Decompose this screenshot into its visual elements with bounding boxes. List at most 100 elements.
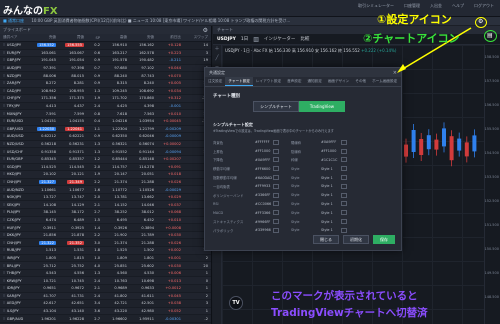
bid-cell[interactable]: 21.856 [30,233,58,237]
bid-price[interactable]: 14.108 [43,203,56,207]
column-header[interactable]: 通貨ペア [0,35,30,40]
ask-price[interactable]: 0.9672 [71,286,84,290]
pair-name[interactable]: AUD/NZD [0,188,30,192]
pair-name[interactable]: ILS/JPY [0,309,30,313]
tradingview-button[interactable]: TradingView [299,101,345,112]
ask-cell[interactable]: 163.067 [58,51,86,55]
color-swatch[interactable] [341,183,347,189]
ask-price[interactable]: 191.054 [69,58,84,62]
table-row[interactable]: GBP/AUD 1.96201 1.96228 2.7 1.96602 1.95911 -0… [0,315,211,323]
table-row[interactable]: NOK/JPY 13.727 13.747 2.0 13.781 13.662 +0.029… [0,194,211,202]
ask-cell[interactable]: 1.531 [58,248,86,252]
table-row[interactable]: EUR/GBP 0.85345 0.85357 1.2 0.85444 0.85148 +0… [0,155,211,164]
top-link[interactable]: 取引シミュレーター [358,3,394,9]
bid-price[interactable]: 97.391 [43,66,56,70]
pair-name[interactable]: GBP/USD [0,127,30,131]
bid-cell[interactable]: 0.56218 [30,142,58,146]
color-swatch[interactable] [341,219,347,225]
ask-price[interactable]: 1.04155 [69,119,84,123]
pair-name[interactable]: EUR/GBP [0,157,30,161]
bid-price[interactable]: 25.712 [43,264,56,268]
ask-price[interactable]: 4.437 [74,104,84,108]
ask-price[interactable]: 4.556 [74,271,84,275]
color-swatch[interactable] [341,175,347,181]
color-swatch[interactable] [341,227,347,233]
dialog-tab[interactable]: その他 [352,77,369,86]
dialog-tab[interactable]: 音声設定 [284,77,304,86]
color-swatch[interactable] [273,148,279,154]
bid-price[interactable]: 171.356 [41,96,56,100]
bid-price[interactable]: 0.91358 [41,150,56,154]
bid-cell[interactable]: 21.327 [30,179,58,184]
bid-cell[interactable]: 6.474 [30,218,58,222]
ask-cell[interactable]: 0.91371 [58,150,86,154]
ask-cell[interactable]: 191.054 [58,58,86,62]
ask-price[interactable]: 7.599 [74,112,84,116]
bid-price[interactable]: 108.942 [41,89,56,93]
ask-price[interactable]: 1.22041 [65,126,84,131]
ask-price[interactable]: 14.129 [71,203,84,207]
ask-cell[interactable]: 156.555 [58,43,86,48]
ask-price[interactable]: 21.349 [67,179,84,184]
color-swatch[interactable] [273,175,279,181]
bid-price[interactable]: 88.006 [43,74,56,78]
ask-price[interactable]: 88.015 [71,74,84,78]
ask-cell[interactable]: 42.651 [58,301,86,305]
ask-price[interactable]: 25.752 [71,264,84,268]
ask-price[interactable]: 163.067 [69,51,84,55]
bid-cell[interactable]: 4.543 [30,271,58,275]
table-row[interactable]: CNH/JPY 21.322 21.352 3.0 21.374 21.288 +0.026… [0,239,211,248]
ask-cell[interactable]: 41.731 [58,294,86,298]
pair-name[interactable]: CNH/JPY [0,241,30,245]
dialog-tab[interactable]: チャート設定 [225,77,253,86]
color-swatch[interactable] [273,201,279,207]
bid-cell[interactable]: 42.617 [30,301,58,305]
bid-price[interactable]: 114.525 [41,165,56,169]
table-row[interactable]: SEK/JPY 14.108 14.129 2.1 14.152 14.046 +0.037… [0,201,211,210]
toolbar-indicators[interactable]: インジケーター [264,36,296,42]
table-row[interactable]: HUF/JPY 0.3911 0.3925 1.4 0.3926 0.3894 +0.000… [0,224,211,232]
ask-cell[interactable]: 10.745 [58,279,86,283]
app-logo[interactable]: みんなのFX [3,2,58,17]
bid-cell[interactable]: 0.9651 [30,286,58,290]
bid-cell[interactable]: 8.272 [30,81,58,85]
pair-name[interactable]: DKK/JPY [0,233,30,237]
ask-price[interactable]: 21.352 [67,240,84,245]
bid-price[interactable]: 7.591 [46,112,56,116]
ask-cell[interactable]: 108.955 [58,89,86,93]
bid-cell[interactable]: 1.10661 [30,188,58,192]
table-row[interactable]: PLN/JPY 38.145 38.172 2.7 38.252 38.012 +0.068… [0,209,211,217]
table-row[interactable]: AED/JPY 42.617 42.651 3.4 42.721 42.501 +0.038… [0,300,211,308]
bid-price[interactable]: 0.9651 [43,286,56,290]
bid-cell[interactable]: 88.006 [30,74,58,78]
toolbar-interval[interactable]: 1日 [241,36,248,42]
bid-cell[interactable]: 0.91358 [30,150,58,154]
chart-symbol[interactable]: USDJPY [217,37,236,42]
table-row[interactable]: USD/CHF 0.91358 0.91371 1.3 0.91552 0.91144 -0… [0,148,211,156]
column-header[interactable]: スワップ [183,35,210,40]
ask-cell[interactable]: 21.878 [58,233,86,237]
ask-price[interactable]: 97.398 [71,66,84,70]
dialog-tab[interactable]: 注文設定 [205,77,225,86]
ask-cell[interactable]: 1.04155 [58,119,86,123]
pair-name[interactable]: CAD/JPY [0,89,30,93]
table-row[interactable]: GBP/USD 1.22030 1.22041 1.1 1.22304 1.21799 -0… [0,125,211,134]
bid-price[interactable]: 0.56218 [41,142,56,146]
simple-chart-button[interactable]: シンプルチャート [253,101,299,112]
color-swatch[interactable] [341,139,347,145]
ask-price[interactable]: 1.10677 [69,188,84,192]
ask-cell[interactable]: 14.129 [58,203,86,207]
bid-price[interactable]: 1.10661 [41,188,56,192]
ask-cell[interactable]: 6.489 [58,218,86,222]
pair-name[interactable]: TRY/JPY [0,104,30,108]
pair-name[interactable]: NOK/JPY [0,195,30,199]
ask-price[interactable]: 171.375 [69,96,84,100]
bid-price[interactable]: 163.061 [41,51,56,55]
drawing-tool-icon[interactable]: ＋ [213,45,221,55]
dialog-tab[interactable]: 通知設定 [304,77,324,86]
bid-cell[interactable]: 21.322 [30,240,58,245]
bid-cell[interactable]: 108.942 [30,89,58,93]
table-row[interactable]: AUD/JPY 97.391 97.398 0.7 97.680 97.102 +0.044… [0,64,211,73]
table-row[interactable]: IDR/JPY 0.9651 0.9672 2.1 0.9689 0.9633 +0.001… [0,285,211,293]
bid-price[interactable]: 41.707 [43,294,56,298]
